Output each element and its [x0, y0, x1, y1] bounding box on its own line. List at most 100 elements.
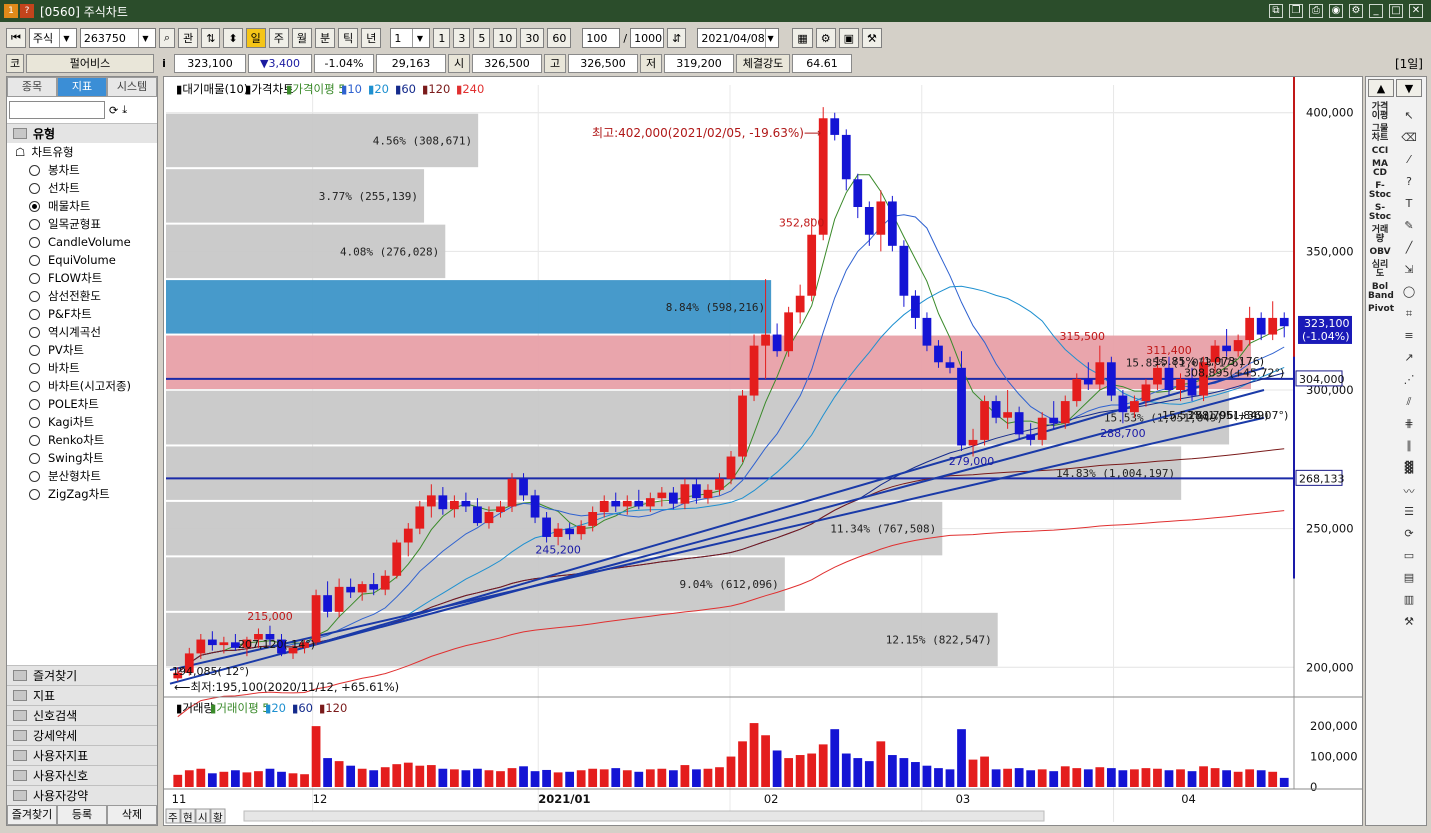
stock-chart-svg[interactable]: 4.56% (308,671) 3.77% (255,139) 4.08% (276… — [164, 62, 1362, 825]
indicator-button[interactable]: 그물 차트 — [1368, 125, 1392, 143]
chart-area[interactable]: 4.56% (308,671) 3.77% (255,139) 4.08% (276… — [163, 62, 1363, 826]
tab-stocks[interactable]: 종목 — [7, 77, 57, 97]
drawing-tool-icon[interactable]: ✎ — [1400, 219, 1418, 235]
indicator-button[interactable]: 심리 도 — [1368, 261, 1392, 279]
max-count-input[interactable]: 1000 — [630, 28, 665, 48]
indicator-button[interactable]: CCI — [1368, 147, 1392, 156]
drawing-tool-icon[interactable]: ⟳ — [1400, 527, 1418, 543]
count-apply-button[interactable]: ⇵ — [667, 28, 687, 48]
chart-type-item[interactable]: 역시계곡선 — [29, 323, 157, 341]
chart-type-item[interactable]: P&F차트 — [29, 305, 157, 323]
interval-30-button[interactable]: 30 — [520, 28, 545, 48]
print-icon[interactable]: ⎙ — [1309, 4, 1323, 18]
scroll-up-button[interactable]: ▲ — [1368, 79, 1394, 97]
chart-type-item[interactable]: FLOW차트 — [29, 269, 157, 287]
drawing-tool-icon[interactable]: ↖ — [1400, 109, 1418, 125]
period-year-button[interactable]: 년 — [361, 28, 382, 48]
folder-item[interactable]: 사용자지표 — [7, 745, 157, 765]
drawing-tool-icon[interactable]: ⫽ — [1400, 395, 1418, 411]
tab-system[interactable]: 시스템 — [107, 77, 157, 97]
chart-type-item[interactable]: Swing차트 — [29, 449, 157, 467]
drawing-tool-icon[interactable]: ▓ — [1400, 461, 1418, 477]
drawing-tool-icon[interactable]: ? — [1400, 175, 1418, 191]
minimize-icon[interactable]: _ — [1369, 4, 1383, 18]
drawing-tool-icon[interactable]: ≡ — [1400, 329, 1418, 345]
code-input[interactable]: 263750 ▼ — [79, 28, 156, 48]
camera-icon[interactable]: ◉ — [1329, 4, 1343, 18]
folder-item[interactable]: 사용자신호 — [7, 765, 157, 785]
gear-icon[interactable]: ⚙ — [1349, 4, 1363, 18]
indicator-button[interactable]: F- Stoc — [1368, 182, 1392, 200]
chart-type-item[interactable]: 매물차트 — [29, 197, 157, 215]
folder-item[interactable]: 신호검색 — [7, 705, 157, 725]
period-month-button[interactable]: 월 — [291, 28, 313, 48]
indicator-button[interactable]: 거래 량 — [1368, 226, 1392, 244]
drawing-tool-icon[interactable]: ⋰ — [1400, 373, 1418, 389]
scroll-toggle-button[interactable]: ⇅ — [201, 28, 221, 48]
folder-item[interactable]: 사용자강약 — [7, 785, 157, 805]
drawing-tool-icon[interactable]: 〰 — [1400, 483, 1418, 499]
updown-button[interactable]: ⬍ — [223, 28, 243, 48]
chart-type-item[interactable]: 삼선전환도 — [29, 287, 157, 305]
drawing-tool-icon[interactable]: ⚒ — [1400, 615, 1418, 631]
drawing-tool-icon[interactable]: T — [1400, 197, 1418, 213]
chart-type-item[interactable]: 분산형차트 — [29, 467, 157, 485]
indicator-button[interactable]: Pivot — [1368, 305, 1394, 314]
drawing-tool-icon[interactable]: ☰ — [1400, 505, 1418, 521]
interval-10-button[interactable]: 10 — [493, 28, 518, 48]
indicator-search-input[interactable] — [9, 101, 105, 119]
chart-type-group[interactable]: ☖ 차트유형 — [7, 143, 157, 161]
help-icon[interactable]: ? — [20, 4, 34, 18]
chart-type-item[interactable]: POLE차트 — [29, 395, 157, 413]
chart-type-item[interactable]: 일목균형표 — [29, 215, 157, 233]
delete-button[interactable]: 삭제 — [107, 805, 157, 825]
chart-type-item[interactable]: 바차트 — [29, 359, 157, 377]
search-button[interactable]: ⌕ — [158, 28, 176, 48]
indicator-button[interactable]: 가격 이평 — [1368, 103, 1392, 121]
indicator-button[interactable]: MA CD — [1368, 160, 1392, 178]
chart-type-item[interactable]: ZigZag차트 — [29, 485, 157, 503]
register-button[interactable]: 등록 — [57, 805, 107, 825]
drawing-tool-icon[interactable]: ⋕ — [1400, 417, 1418, 433]
drawing-tool-icon[interactable]: ⌗ — [1400, 307, 1418, 323]
refresh-icon[interactable]: ⟳ — [109, 104, 118, 117]
gwan-button[interactable]: 관 — [178, 28, 199, 48]
tab-indicators[interactable]: 지표 — [57, 77, 107, 97]
maximize-icon[interactable]: □ — [1389, 4, 1403, 18]
date-select[interactable]: 2021/04/08 ▼ — [697, 28, 780, 48]
link-icon[interactable]: ⧉ — [1269, 4, 1283, 18]
drawing-tool-icon[interactable]: ▥ — [1400, 593, 1418, 609]
indicator-button[interactable]: S- Stoc — [1368, 204, 1392, 222]
chart-type-item[interactable]: CandleVolume — [29, 233, 157, 251]
indicator-button[interactable]: Bol Band — [1368, 283, 1394, 301]
interval-5-button[interactable]: 5 — [473, 28, 491, 48]
drawing-tool-icon[interactable]: ∥ — [1400, 439, 1418, 455]
save-button[interactable]: ▣ — [838, 28, 860, 48]
drawing-tool-icon[interactable]: ⌫ — [1400, 131, 1418, 147]
period-tick-button[interactable]: 틱 — [338, 28, 359, 48]
chart-type-item[interactable]: EquiVolume — [29, 251, 157, 269]
drawing-tool-icon[interactable]: ╱ — [1400, 241, 1418, 257]
interval-1-button[interactable]: 1 — [433, 28, 451, 48]
folder-item[interactable]: 강세약세 — [7, 725, 157, 745]
info-icon[interactable]: i — [156, 54, 172, 73]
period-week-button[interactable]: 주 — [268, 28, 289, 48]
chart-settings-button[interactable]: ▦ — [792, 28, 813, 48]
close-icon[interactable]: ✕ — [1409, 4, 1423, 18]
download-icon[interactable]: ⤓ — [122, 103, 127, 117]
chart-type-item[interactable]: 바차트(시고저종) — [29, 377, 157, 395]
drawing-tool-icon[interactable]: ▤ — [1400, 571, 1418, 587]
period-minute-button[interactable]: 분 — [315, 28, 336, 48]
drawing-tool-icon[interactable]: ▭ — [1400, 549, 1418, 565]
prev-stock-button[interactable]: ⏮ — [6, 28, 26, 48]
drawing-tool-icon[interactable]: ↗ — [1400, 351, 1418, 367]
indicator-button[interactable]: OBV — [1368, 248, 1392, 257]
chart-type-item[interactable]: 봉차트 — [29, 161, 157, 179]
interval-3-button[interactable]: 3 — [453, 28, 471, 48]
chart-type-item[interactable]: 선차트 — [29, 179, 157, 197]
chart-type-item[interactable]: PV차트 — [29, 341, 157, 359]
folder-item[interactable]: 즐겨찾기 — [7, 665, 157, 685]
folder-item[interactable]: 지표 — [7, 685, 157, 705]
horizontal-scrollbar[interactable] — [243, 810, 1045, 822]
drawing-tool-icon[interactable]: ◯ — [1400, 285, 1418, 301]
